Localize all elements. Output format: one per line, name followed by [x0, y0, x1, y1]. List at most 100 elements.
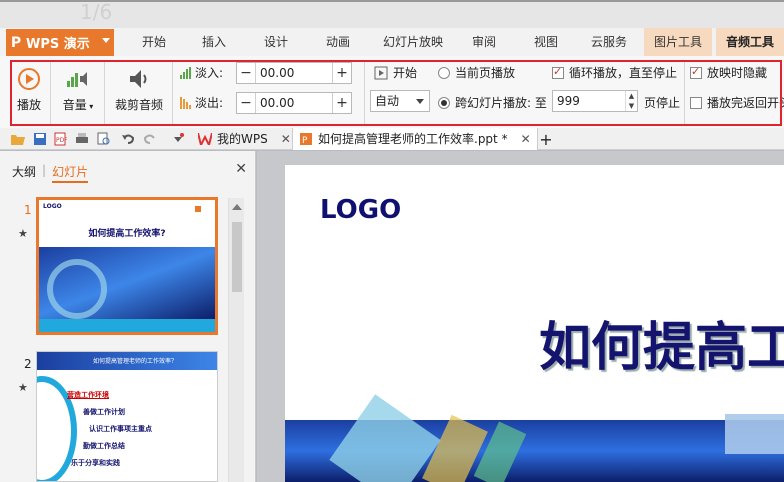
ribbon-divider: [104, 62, 105, 124]
thumbnail-scrollbar[interactable]: [228, 198, 244, 482]
spin-arrows-icon[interactable]: ▲ ▼: [625, 91, 637, 111]
doc-tab-mywps[interactable]: 我的WPS ✕: [192, 128, 297, 150]
thumb-logo: LOGO: [43, 203, 62, 210]
svg-text:P: P: [302, 136, 308, 146]
panel-tabs: 大纲 | 幻灯片: [12, 163, 89, 183]
thumb-header: 如何提高管理老师的工作效率？: [93, 358, 178, 365]
speaker-icon: [125, 66, 153, 92]
thumb-item: 善做工作计划: [83, 408, 125, 416]
slide-number: 1: [24, 203, 32, 217]
tab-review[interactable]: 审阅: [466, 28, 502, 56]
current-slide[interactable]: LOGO 如何提高工: [285, 165, 784, 482]
tab-animation[interactable]: 动画: [320, 28, 356, 56]
slide-thumbnail-1[interactable]: LOGO 如何提高工作效率?: [36, 197, 218, 335]
scroll-up-icon[interactable]: [232, 204, 242, 210]
thumb-item: 营造工作环境: [67, 391, 109, 399]
fade-out-value[interactable]: 00.00: [255, 93, 333, 113]
fade-out-icon: [180, 96, 191, 109]
slide-thumbnail-2[interactable]: 如何提高管理老师的工作效率？ 营造工作环境 善做工作计划 认识工作事项主重点 勤…: [36, 351, 218, 482]
rewind-option[interactable]: 播放完返回开头: [690, 94, 784, 111]
tab-cloud[interactable]: 云服务: [586, 28, 632, 56]
thumb-title: 如何提高工作效率?: [88, 229, 166, 239]
volume-button[interactable]: 音量 ▾: [58, 66, 98, 113]
redo-icon[interactable]: [142, 131, 158, 147]
page-stop-label: 页停止: [644, 96, 681, 110]
loop-label: 循环播放，直至停止: [569, 66, 678, 80]
decrement-icon[interactable]: −: [237, 93, 255, 113]
title-ghost: 1/6: [80, 0, 113, 24]
cross-slide-page-input[interactable]: 999 ▲ ▼: [552, 90, 638, 112]
increment-icon[interactable]: +: [333, 93, 351, 113]
app-menu-dropdown-icon: [102, 38, 110, 43]
doc-tab-presentation[interactable]: P 如何提高管理老师的工作效率.ppt * ✕: [292, 128, 538, 150]
print-icon[interactable]: [74, 131, 90, 147]
new-tab-icon[interactable]: +: [538, 130, 554, 149]
scroll-thumb[interactable]: [232, 222, 242, 292]
cross-slide-option[interactable]: 跨幻灯片播放: 至: [438, 94, 547, 111]
tab-outline[interactable]: 大纲: [12, 163, 36, 183]
thumb-audio-icon: [195, 206, 201, 212]
hide-label: 放映时隐藏: [707, 66, 768, 80]
open-folder-icon[interactable]: [10, 131, 26, 147]
thumb-image: [39, 247, 215, 319]
tab-slides[interactable]: 幻灯片: [52, 163, 89, 183]
tab-audio-tools[interactable]: 音频工具: [716, 28, 784, 56]
app-name: WPS 演示: [26, 37, 90, 52]
pdf-export-icon[interactable]: PDF: [52, 131, 68, 147]
animation-star-icon: ★: [18, 227, 28, 240]
fade-in-label: 淡入:: [195, 66, 224, 80]
trim-audio-label: 裁剪音频: [114, 98, 163, 112]
loop-option[interactable]: 循环播放，直至停止: [552, 64, 677, 81]
tab-view[interactable]: 视图: [528, 28, 564, 56]
loop-checkbox[interactable]: [552, 65, 564, 79]
wps-w-icon: [198, 133, 212, 145]
cross-slide-label: 跨幻灯片播放: 至: [455, 96, 547, 110]
tab-slideshow[interactable]: 幻灯片放映: [378, 28, 448, 56]
fade-in-icon: [180, 66, 191, 79]
hide-option[interactable]: 放映时隐藏: [690, 64, 767, 81]
ribbon-divider: [172, 62, 173, 124]
close-icon[interactable]: ✕: [521, 128, 531, 150]
print-preview-icon[interactable]: [96, 131, 112, 147]
close-panel-icon[interactable]: ✕: [235, 161, 247, 177]
undo-icon[interactable]: [120, 131, 136, 147]
close-icon[interactable]: ✕: [281, 128, 291, 150]
page-stop-group: 页停止: [644, 94, 680, 111]
decrement-icon[interactable]: −: [237, 63, 255, 83]
slide-number: 2: [24, 357, 32, 371]
cross-slide-radio[interactable]: [438, 96, 450, 109]
customize-dropdown-icon[interactable]: [170, 131, 186, 147]
ribbon-divider: [50, 62, 51, 124]
hide-checkbox[interactable]: [690, 65, 702, 79]
ppt-file-icon: P: [300, 133, 312, 146]
tab-home[interactable]: 开始: [136, 28, 172, 56]
fade-out-stepper[interactable]: − 00.00 +: [236, 92, 352, 114]
animation-star-icon: ★: [18, 381, 28, 394]
rewind-checkbox[interactable]: [690, 96, 702, 109]
increment-icon[interactable]: +: [333, 63, 351, 83]
svg-text:PDF: PDF: [56, 137, 67, 144]
thumb-item: 勤做工作总结: [83, 442, 125, 450]
ribbon-divider: [364, 62, 365, 124]
slide-logo[interactable]: LOGO: [320, 195, 401, 225]
trim-audio-button[interactable]: 裁剪音频: [112, 66, 166, 113]
tab-design[interactable]: 设计: [258, 28, 294, 56]
ribbon-divider: [684, 62, 685, 124]
slides-panel: 大纲 | 幻灯片 ✕ 1 ★ LOGO 如何提高工作效率? 2 ★ 如何提高管理…: [0, 151, 256, 482]
start-mode-select[interactable]: 自动: [370, 90, 430, 112]
slide-title[interactable]: 如何提高工: [539, 305, 784, 380]
rewind-label: 播放完返回开头: [707, 96, 784, 110]
app-menu-button[interactable]: P WPS 演示: [6, 29, 114, 56]
tab-insert[interactable]: 插入: [196, 28, 232, 56]
slide-canvas: LOGO 如何提高工: [257, 151, 784, 482]
play-button[interactable]: 播放: [14, 66, 44, 113]
slide-image[interactable]: [285, 394, 784, 482]
fade-in-value[interactable]: 00.00: [255, 63, 333, 83]
current-page-option[interactable]: 当前页播放: [438, 64, 515, 81]
save-icon[interactable]: [32, 131, 48, 147]
tab-picture-tools[interactable]: 图片工具: [644, 28, 712, 56]
fade-out-label: 淡出:: [195, 96, 224, 110]
current-page-radio[interactable]: [438, 66, 450, 79]
cross-slide-page-value[interactable]: 999: [557, 94, 580, 108]
fade-in-stepper[interactable]: − 00.00 +: [236, 62, 352, 84]
